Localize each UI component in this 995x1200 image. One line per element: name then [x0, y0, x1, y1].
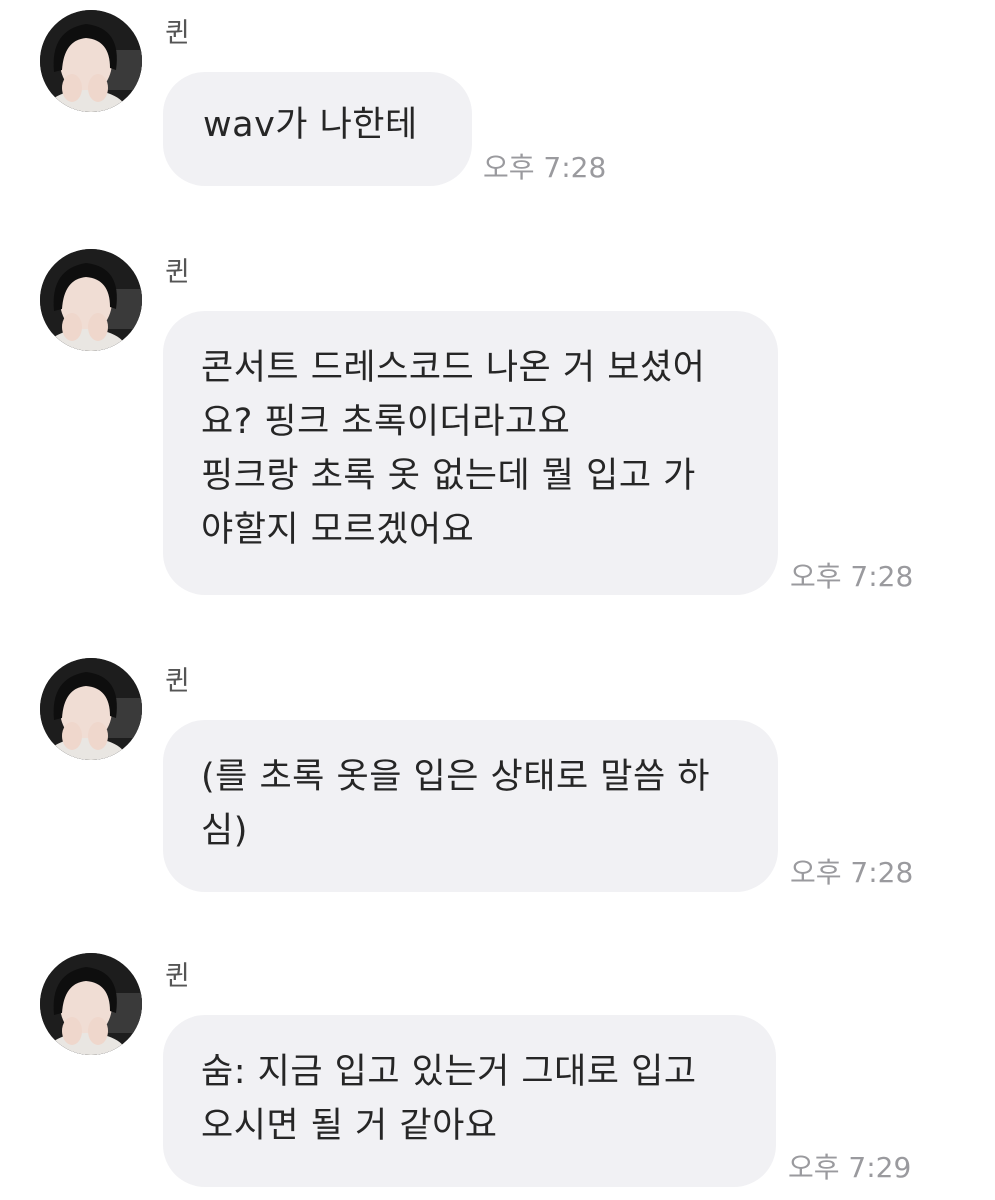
- sender-name: 퀸: [165, 961, 190, 992]
- message-text: (를 초록 옷을 입은 상태로 말씀 하: [201, 757, 711, 797]
- avatar[interactable]: [40, 10, 142, 112]
- chat-message: 퀸 숨: 지금 입고 있는거 그대로 입고 오시면 될 거 같아요 오후 7:2…: [0, 953, 995, 1193]
- message-bubble[interactable]: wav가 나한테: [163, 72, 472, 186]
- avatar[interactable]: [40, 953, 142, 1055]
- message-text: 요? 핑크 초록이더라고요: [201, 402, 571, 442]
- chat-message: 퀸 wav가 나한테 오후 7:28: [0, 10, 995, 195]
- message-text: 핑크랑 초록 옷 없는데 뭘 입고 가: [201, 456, 696, 496]
- message-text: 숨: 지금 입고 있는거 그대로 입고: [201, 1052, 697, 1092]
- sender-name: 퀸: [165, 666, 190, 697]
- message-text: 콘서트 드레스코드 나온 거 보셨어: [201, 348, 706, 388]
- profile-photo-icon: [40, 249, 142, 351]
- message-text: wav가 나한테: [203, 105, 418, 145]
- avatar[interactable]: [40, 658, 142, 760]
- message-bubble[interactable]: (를 초록 옷을 입은 상태로 말씀 하 심): [163, 720, 778, 892]
- profile-photo-icon: [40, 953, 142, 1055]
- chat-message: 퀸 콘서트 드레스코드 나온 거 보셨어 요? 핑크 초록이더라고요 핑크랑 초…: [0, 249, 995, 599]
- sender-name: 퀸: [165, 18, 190, 49]
- avatar[interactable]: [40, 249, 142, 351]
- message-time: 오후 7:29: [788, 1151, 912, 1184]
- message-bubble[interactable]: 콘서트 드레스코드 나온 거 보셨어 요? 핑크 초록이더라고요 핑크랑 초록 …: [163, 311, 778, 595]
- message-text: 심): [201, 811, 248, 851]
- message-time: 오후 7:28: [790, 560, 914, 593]
- message-bubble[interactable]: 숨: 지금 입고 있는거 그대로 입고 오시면 될 거 같아요: [163, 1015, 776, 1187]
- profile-photo-icon: [40, 10, 142, 112]
- sender-name: 퀸: [165, 257, 190, 288]
- message-time: 오후 7:28: [483, 151, 607, 184]
- message-text: 야할지 모르겠어요: [201, 510, 475, 550]
- chat-message: 퀸 (를 초록 옷을 입은 상태로 말씀 하 심) 오후 7:28: [0, 658, 995, 898]
- message-time: 오후 7:28: [790, 856, 914, 889]
- message-text: 오시면 될 거 같아요: [201, 1106, 498, 1146]
- profile-photo-icon: [40, 658, 142, 760]
